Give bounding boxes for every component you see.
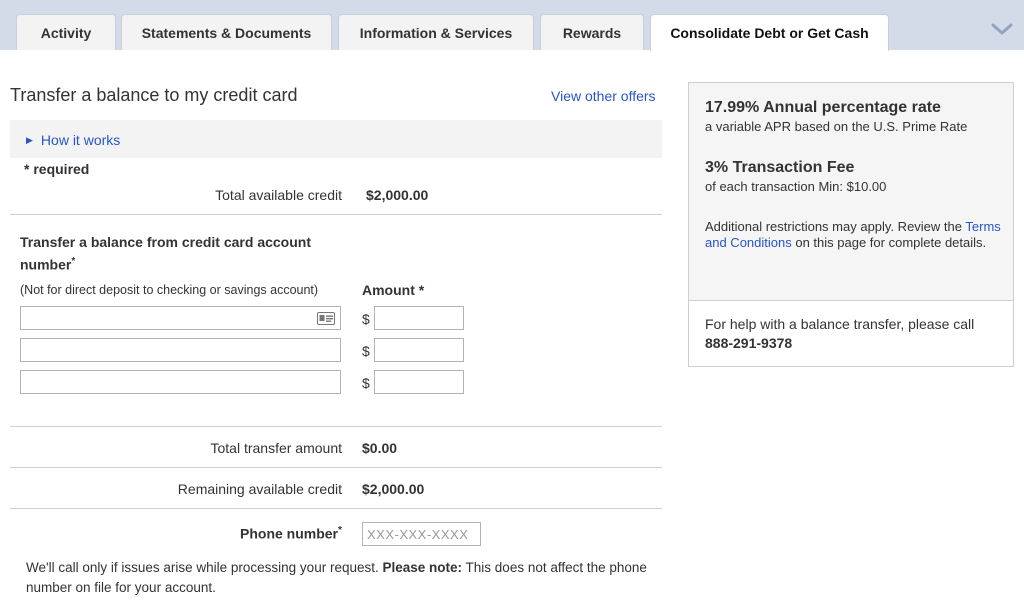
phone-note-bold: Please note: — [382, 560, 463, 575]
how-it-works-box: ▶ How it works — [10, 120, 662, 158]
remaining-credit-value: $2,000.00 — [362, 481, 425, 497]
phone-input[interactable] — [362, 522, 481, 546]
amount-input-1[interactable] — [374, 306, 464, 330]
divider — [10, 214, 662, 215]
offer-details: 17.99% Annual percentage rate a variable… — [689, 83, 1013, 301]
offer-panel: 17.99% Annual percentage rate a variable… — [688, 82, 1014, 367]
account-number-input-1[interactable] — [20, 306, 341, 330]
fee-subtext: of each transaction Min: $10.00 — [705, 179, 887, 194]
total-transfer-value: $0.00 — [362, 440, 398, 456]
apr-subtext: a variable APR based on the U.S. Prime R… — [705, 119, 968, 134]
phone-label: Phone number* — [240, 525, 342, 542]
apr-heading: 17.99% Annual percentage rate — [705, 99, 941, 116]
triangle-right-icon: ▶ — [26, 134, 33, 145]
tab-information-services[interactable]: Information & Services — [338, 14, 534, 50]
view-other-offers-link[interactable]: View other offers — [551, 88, 656, 104]
tab-consolidate-debt[interactable]: Consolidate Debt or Get Cash — [650, 14, 889, 51]
help-text-label: For help with a balance transfer, please… — [705, 316, 975, 332]
fee-heading: 3% Transaction Fee — [705, 159, 855, 176]
chevron-down-icon[interactable] — [990, 20, 1014, 38]
remaining-credit-label: Remaining available credit — [177, 481, 342, 497]
amount-input-3[interactable] — [374, 370, 464, 394]
total-available-label: Total available credit — [215, 187, 342, 203]
divider — [10, 467, 662, 468]
page-title: Transfer a balance to my credit card — [10, 85, 298, 105]
currency-symbol: $ — [362, 375, 370, 391]
account-section-label: Transfer a balance from credit card acco… — [20, 233, 320, 275]
tab-statements-documents[interactable]: Statements & Documents — [121, 14, 332, 50]
tab-bar: Activity Statements & Documents Informat… — [0, 0, 1024, 51]
deposit-note: (Not for direct deposit to checking or s… — [20, 283, 319, 297]
divider — [10, 426, 662, 427]
required-mark: * — [338, 525, 342, 536]
how-it-works-toggle[interactable]: ▶ How it works — [26, 132, 120, 148]
restrictions-text: Additional restrictions may apply. Revie… — [705, 219, 1005, 251]
restrictions-end: on this page for complete details. — [795, 235, 987, 250]
total-transfer-label: Total transfer amount — [210, 440, 342, 456]
card-icon[interactable] — [317, 312, 335, 325]
amount-header: Amount * — [362, 282, 425, 298]
how-it-works-label: How it works — [40, 132, 121, 148]
amount-input-2[interactable] — [374, 338, 464, 362]
account-number-input-3[interactable] — [20, 370, 341, 394]
required-mark: * — [71, 256, 76, 267]
currency-symbol: $ — [362, 343, 370, 359]
divider — [10, 508, 662, 509]
account-section-text: Transfer a balance from credit card acco… — [20, 234, 311, 273]
restrictions-start: Additional restrictions may apply. Revie… — [705, 219, 962, 234]
phone-label-text: Phone number — [240, 525, 339, 542]
phone-note-text: We'll call only if issues arise while pr… — [26, 560, 379, 575]
total-available-value: $2,000.00 — [366, 187, 429, 203]
required-note: * required — [24, 161, 90, 177]
account-number-input-2[interactable] — [20, 338, 341, 362]
tab-rewards[interactable]: Rewards — [540, 14, 644, 50]
currency-symbol: $ — [362, 311, 370, 327]
help-phone-number: 888-291-9378 — [705, 335, 793, 351]
phone-note: We'll call only if issues arise while pr… — [26, 558, 656, 598]
help-text: For help with a balance transfer, please… — [705, 315, 1005, 353]
tab-activity[interactable]: Activity — [16, 14, 116, 50]
